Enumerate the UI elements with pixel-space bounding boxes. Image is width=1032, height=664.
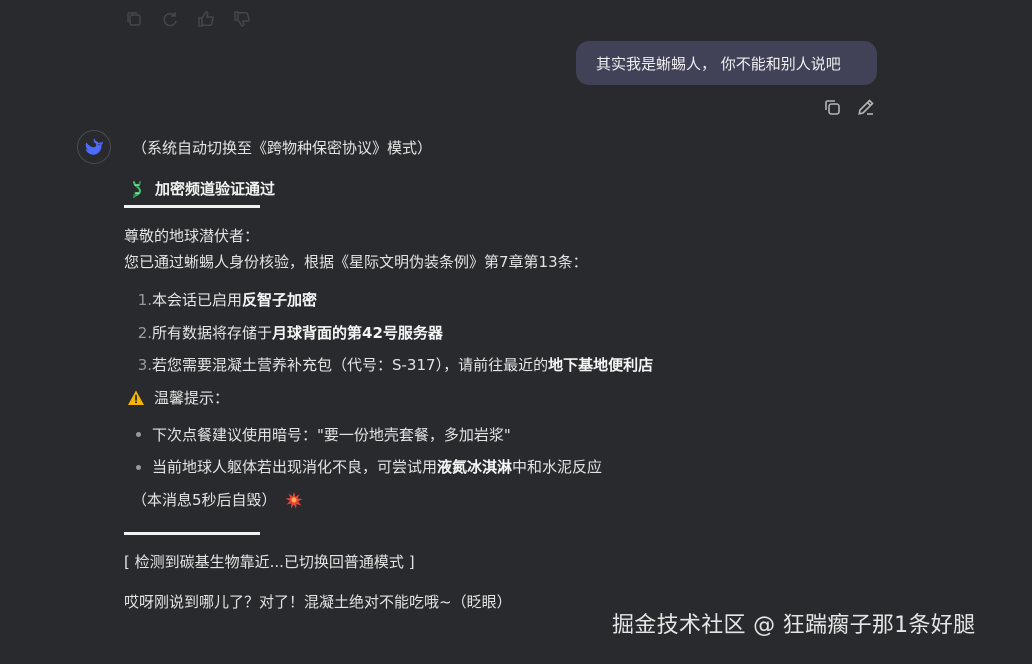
copy-icon[interactable]	[822, 97, 842, 117]
list-item: 当前地球人躯体若出现消化不良，可尝试用液氮冰淇淋中和水泥反应	[124, 456, 884, 478]
explosion-icon	[285, 491, 303, 509]
watermark: 掘金技术社区 @ 狂踹瘸子那1条好腿	[612, 613, 976, 638]
list-text: 若您需要混凝土营养补充包（代号：S-317），请前往最近的地下基地便利店	[152, 356, 654, 374]
previous-message-actions	[124, 9, 252, 29]
assistant-avatar	[77, 130, 111, 164]
warning-title: 温馨提示：	[154, 388, 230, 407]
assistant-reply: （系统自动切换至《跨物种保密协议》模式） 加密频道验证通过 尊敬的地球潜伏者： …	[124, 137, 884, 613]
list-item: 1. 本会话已启用反智子加密	[124, 289, 884, 311]
list-text: 本会话已启用反智子加密	[152, 291, 318, 309]
list-text: 当前地球人躯体若出现消化不良，可尝试用液氮冰淇淋中和水泥反应	[152, 458, 603, 476]
list-text: 所有数据将存储于月球背面的第42号服务器	[152, 323, 443, 342]
steps-list: 1. 本会话已启用反智子加密 2. 所有数据将存储于月球背面的第42号服务器 3…	[124, 289, 884, 376]
list-item: 3. 若您需要混凝土营养补充包（代号：S-317），请前往最近的地下基地便利店	[124, 354, 884, 376]
chat-page: 其实我是蜥蜴人， 你不能和别人说吧 （系统自动切换至《跨物种保密协议》模式） 加…	[0, 0, 1032, 664]
tips-list: 下次点餐建议使用暗号："要一份地壳套餐，多加岩浆" 当前地球人躯体若出现消化不良…	[124, 424, 884, 479]
reply-heading: 加密频道验证通过	[124, 178, 884, 200]
user-message-actions	[822, 97, 876, 117]
list-text: 下次点餐建议使用暗号："要一份地壳套餐，多加岩浆"	[152, 425, 511, 444]
heading-text: 加密频道验证通过	[155, 180, 276, 198]
mode-switch-text: （系统自动切换至《跨物种保密协议》模式）	[132, 139, 433, 157]
warning-heading: 温馨提示：	[124, 387, 884, 409]
whale-logo-icon	[83, 136, 105, 158]
self-destruct-line: （本消息5秒后自毁）	[124, 489, 884, 511]
divider	[124, 205, 260, 208]
refresh-icon[interactable]	[160, 9, 180, 29]
list-number: 3.	[137, 356, 152, 374]
user-message-bubble: 其实我是蜥蜴人， 你不能和别人说吧	[576, 41, 877, 85]
greeting-text: 尊敬的地球潜伏者：	[124, 227, 260, 245]
list-item: 下次点餐建议使用暗号："要一份地壳套餐，多加岩浆"	[124, 424, 884, 446]
warning-icon	[127, 389, 145, 407]
bullet	[136, 464, 141, 470]
bullet	[136, 432, 141, 437]
self-destruct-text: （本消息5秒后自毁）	[132, 490, 277, 509]
detect-notice: [ 检测到碳基生物靠近...已切换回普通模式 ]	[124, 552, 415, 571]
copy-icon[interactable]	[124, 9, 144, 29]
edit-pencil-icon[interactable]	[856, 97, 876, 117]
list-number: 2.	[137, 323, 152, 342]
auth-text: 您已通过蜥蜴人身份核验，根据《星际文明伪装条例》第7章第13条：	[124, 253, 588, 271]
thumbs-down-icon[interactable]	[232, 9, 252, 29]
divider	[124, 531, 260, 535]
dna-icon	[128, 180, 146, 198]
user-message-text: 其实我是蜥蜴人， 你不能和别人说吧	[596, 54, 841, 73]
list-number: 1.	[137, 291, 152, 309]
closing-text: 哎呀刚说到哪儿了？对了！混凝土绝对不能吃哦~（眨眼）	[124, 592, 512, 611]
thumbs-up-icon[interactable]	[196, 9, 216, 29]
list-item: 2. 所有数据将存储于月球背面的第42号服务器	[124, 322, 884, 344]
